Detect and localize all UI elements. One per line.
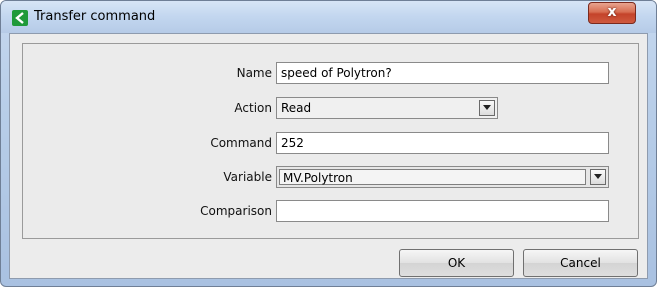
variable-row: Variable MV.Polytron (23, 166, 638, 188)
name-field[interactable]: speed of Polytron? (276, 62, 609, 84)
chevron-down-icon (594, 174, 602, 179)
variable-select[interactable]: MV.Polytron (276, 166, 609, 188)
comparison-label: Comparison (200, 204, 272, 218)
action-label: Action (234, 101, 272, 115)
name-label: Name (236, 66, 272, 80)
close-button[interactable]: x (588, 2, 636, 24)
action-dropdown-button[interactable] (479, 100, 495, 116)
action-value: Read (281, 101, 312, 115)
cancel-button[interactable]: Cancel (523, 249, 638, 277)
transfer-arrow-icon (12, 10, 28, 26)
command-row: Command 252 (23, 132, 638, 154)
command-label: Command (210, 136, 272, 150)
chevron-down-icon (483, 105, 491, 110)
form-panel: Name speed of Polytron? Action Read Comm… (22, 43, 639, 239)
action-row: Action Read (23, 97, 638, 119)
action-select[interactable]: Read (276, 97, 498, 119)
close-icon: x (607, 4, 617, 20)
title-bar[interactable]: Transfer command x (1, 1, 656, 33)
variable-value: MV.Polytron (279, 169, 586, 185)
comparison-field[interactable] (276, 200, 609, 222)
dialog-content: Name speed of Polytron? Action Read Comm… (9, 33, 648, 279)
variable-dropdown-button[interactable] (590, 169, 606, 185)
command-field[interactable]: 252 (276, 132, 609, 154)
comparison-row: Comparison (23, 200, 638, 222)
dialog-title: Transfer command (34, 9, 156, 24)
variable-label: Variable (223, 170, 272, 184)
transfer-command-dialog: Transfer command x Name speed of Polytro… (0, 0, 657, 287)
name-row: Name speed of Polytron? (23, 62, 638, 84)
ok-button[interactable]: OK (399, 249, 514, 277)
